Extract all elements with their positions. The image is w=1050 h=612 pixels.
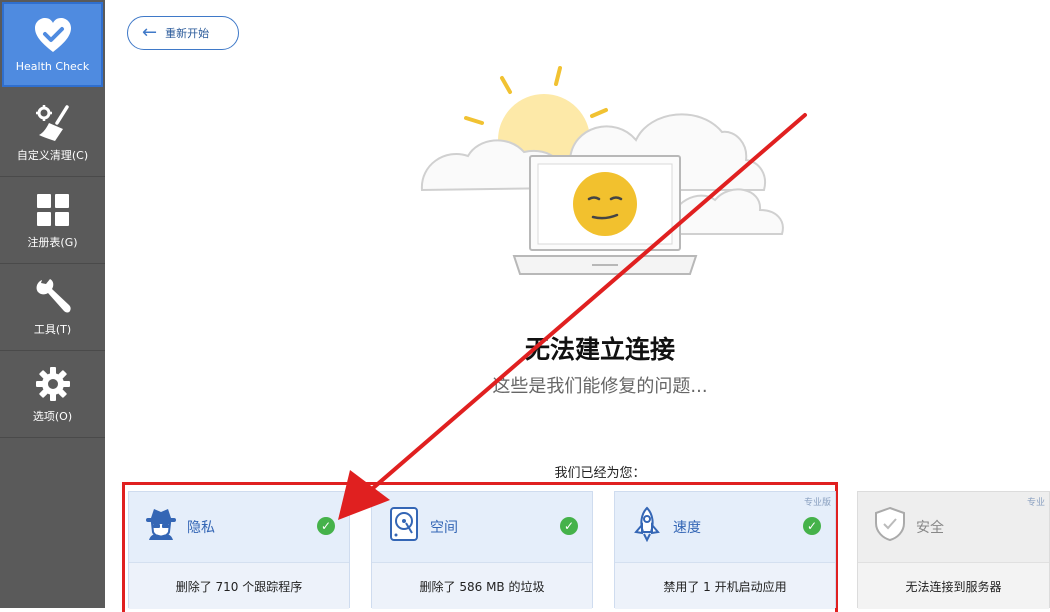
card-header: 隐私 ✓ [129,492,349,562]
card-title: 隐私 [187,520,215,536]
card-result: 禁用了 1 开机启动应用 [615,562,835,609]
sidebar-item-label: 选项(O) [32,410,73,423]
card-title: 速度 [673,520,701,536]
restart-button[interactable]: ← 重新开始 [127,16,239,50]
card-result: 删除了 710 个跟踪程序 [129,562,349,609]
done-caption: 我们已经为您： [554,466,646,481]
rocket-icon [629,506,665,543]
sidebar-item-registry[interactable]: 注册表(G) [0,177,105,264]
heart-check-icon [34,16,72,56]
check-circle-icon: ✓ [803,517,821,535]
sidebar-item-label: 自定义清理(C) [16,149,89,162]
status-title: 无法建立连接 [524,335,675,364]
check-circle-icon: ✓ [560,517,578,535]
security-card[interactable]: 专业 安全 无法连接到服务器 [857,491,1050,609]
arrow-left-icon: ← [142,22,158,43]
connection-illustration [420,66,784,275]
card-title: 空间 [430,520,458,536]
shield-icon [872,506,908,542]
space-card[interactable]: 空间 ✓ 删除了 586 MB 的垃圾 [371,491,593,609]
sidebar-item-label: 注册表(G) [27,236,78,249]
sidebar-item-tools[interactable]: 工具(T) [0,264,105,351]
status-subtitle: 这些是我们能修复的问题... [492,376,708,397]
speed-card[interactable]: 专业版 速度 ✓ 禁用了 1 开机启动应用 [614,491,836,609]
sidebar-item-custom-clean[interactable]: 自定义清理(C) [0,90,105,177]
card-header: 空间 ✓ [372,492,592,562]
privacy-card[interactable]: 隐私 ✓ 删除了 710 个跟踪程序 [128,491,350,609]
card-result: 无法连接到服务器 [858,562,1049,609]
disk-space-icon [386,506,422,542]
card-header: 安全 [858,492,1049,562]
gear-icon [35,364,71,404]
broom-gear-icon [33,103,73,143]
sidebar-item-label: 工具(T) [33,323,72,336]
sidebar-item-options[interactable]: 选项(O) [0,351,105,438]
card-title: 安全 [916,520,944,536]
sidebar-item-label: Health Check [15,60,90,73]
spy-privacy-icon [143,506,179,542]
restart-button-label: 重新开始 [165,27,210,40]
grid-icon [36,190,70,230]
sidebar-item-health-check[interactable]: Health Check [2,2,103,87]
card-result: 删除了 586 MB 的垃圾 [372,562,592,609]
check-circle-icon: ✓ [317,517,335,535]
wrench-icon [34,277,72,317]
sidebar: Health Check 自定义清理(C) 注册表(G) 工具(T) 选项(O) [0,0,105,608]
card-header: 速度 ✓ [615,492,835,562]
